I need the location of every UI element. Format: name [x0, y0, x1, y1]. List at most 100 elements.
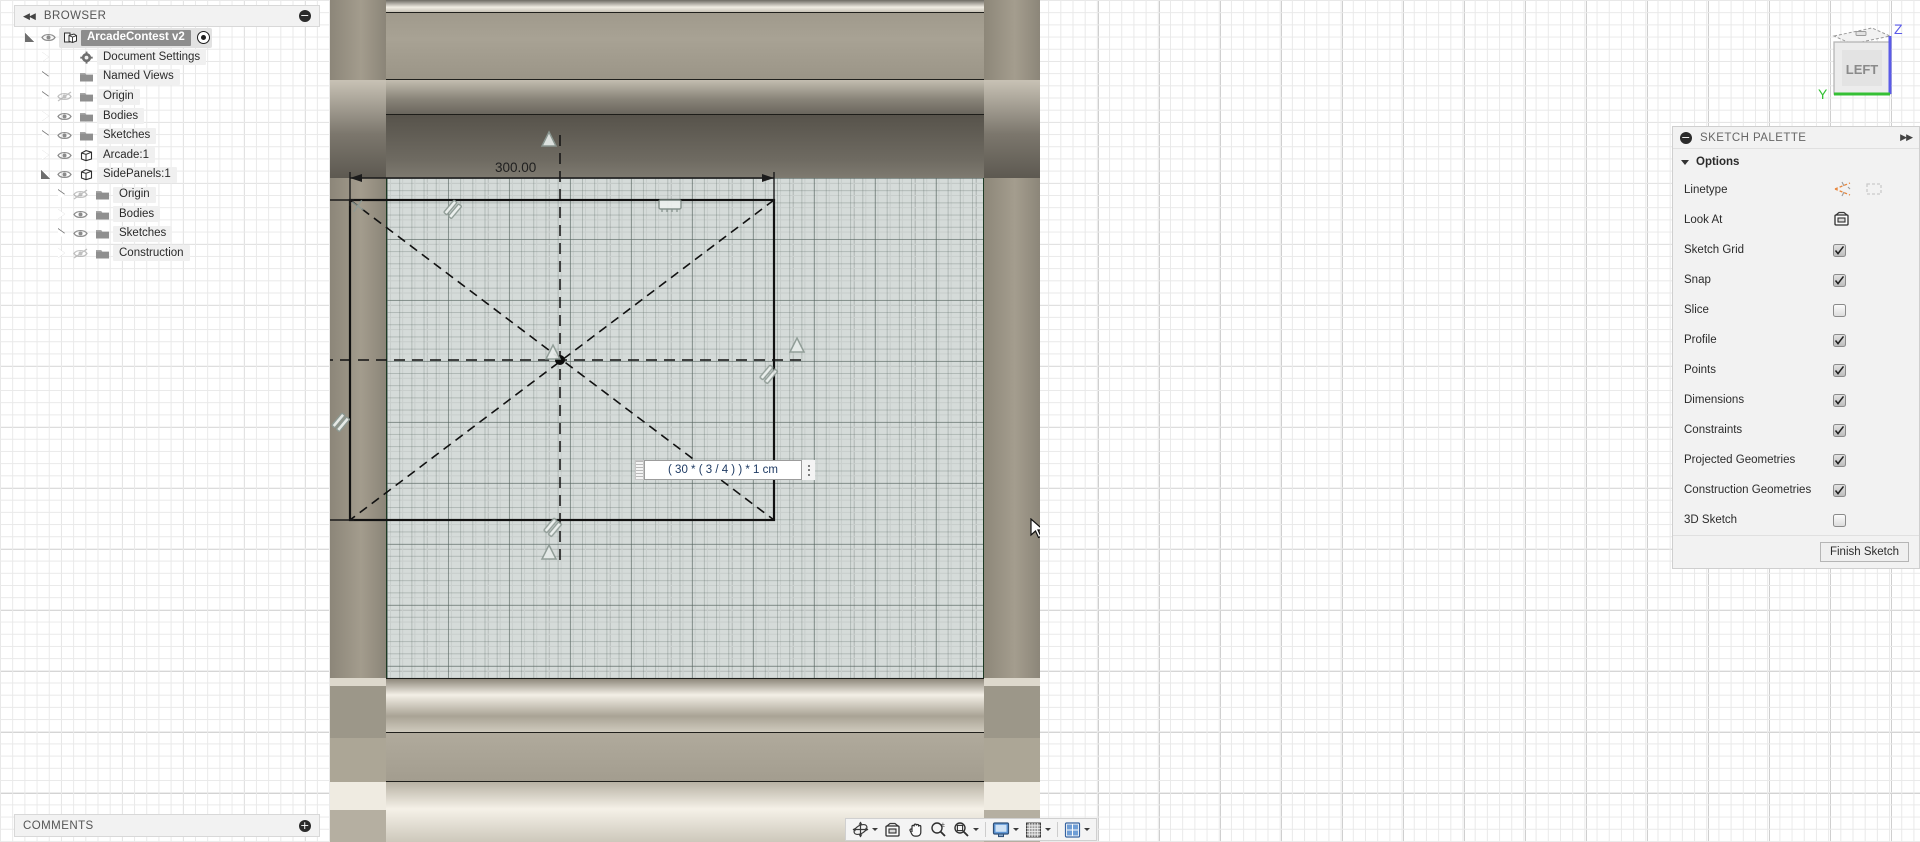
- nav-zoom-button[interactable]: ±: [927, 819, 950, 840]
- visibility-eye-icon[interactable]: [53, 126, 75, 146]
- checkbox-profile[interactable]: [1833, 333, 1846, 347]
- parallel-icon-left[interactable]: [331, 412, 350, 432]
- nav-orbit-button[interactable]: [849, 819, 881, 840]
- expander-closed-icon[interactable]: [54, 224, 69, 244]
- expander-closed-icon[interactable]: [38, 67, 53, 87]
- minus-circle-icon[interactable]: −: [1680, 131, 1692, 144]
- parallel-icon-top[interactable]: [443, 199, 462, 219]
- expander-open-icon[interactable]: [22, 28, 37, 48]
- drag-grip-icon[interactable]: [635, 460, 644, 480]
- visibility-eye-icon[interactable]: [69, 244, 91, 264]
- dimension-value-input[interactable]: ( 30 * ( 3 / 4 ) ) * 1 cm: [644, 460, 802, 480]
- visibility-eye-icon[interactable]: [53, 87, 75, 107]
- expander-closed-icon[interactable]: [38, 87, 53, 107]
- nav-grid-snaps-button[interactable]: [1022, 819, 1054, 840]
- option-row-constraints[interactable]: Constraints: [1673, 415, 1919, 445]
- coincident-icon-bottom[interactable]: [540, 543, 558, 560]
- three-dots-icon[interactable]: [802, 460, 815, 480]
- construction-line-icon[interactable]: [1833, 181, 1852, 200]
- chevron-down-icon[interactable]: [872, 828, 878, 831]
- visibility-eye-icon[interactable]: [69, 204, 91, 224]
- checkbox-points[interactable]: [1833, 363, 1846, 377]
- tree-item-bodies[interactable]: Bodies: [14, 204, 320, 224]
- option-row-3d-sketch[interactable]: 3D Sketch: [1673, 505, 1919, 535]
- visibility-eye-icon[interactable]: [69, 185, 91, 205]
- option-row-look-at[interactable]: Look At: [1673, 205, 1919, 235]
- expander-open-icon[interactable]: [38, 165, 53, 185]
- option-row-linetype[interactable]: Linetype: [1673, 175, 1919, 205]
- canvas-viewport[interactable]: 300.00 ( 30 * ( 3 / 4 ) ) * 1 cm: [330, 0, 1040, 842]
- tree-item-arcade-1[interactable]: Arcade:1: [14, 146, 320, 166]
- nav-fit-button[interactable]: [950, 819, 982, 840]
- expander-closed-icon[interactable]: [54, 185, 69, 205]
- plus-circle-icon[interactable]: +: [299, 819, 311, 832]
- expander-closed-icon[interactable]: [38, 48, 53, 68]
- browser-header[interactable]: ◀◀ BROWSER −: [14, 5, 320, 27]
- visibility-eye-icon[interactable]: [69, 224, 91, 244]
- checkbox-3d-sketch[interactable]: [1833, 513, 1846, 527]
- checkbox-snap[interactable]: [1833, 273, 1846, 287]
- visibility-eye-icon[interactable]: [53, 165, 75, 185]
- look-at-icon[interactable]: [1833, 211, 1850, 230]
- visibility-eye-icon[interactable]: [53, 146, 75, 166]
- expander-closed-icon[interactable]: [38, 146, 53, 166]
- chevron-down-icon[interactable]: [1045, 828, 1051, 831]
- tree-item-document-settings[interactable]: Document Settings: [14, 48, 320, 68]
- nav-display-settings-button[interactable]: [989, 819, 1022, 840]
- tree-item-sketches[interactable]: Sketches: [14, 224, 320, 244]
- tree-item-construction[interactable]: Construction: [14, 244, 320, 264]
- chevron-down-icon[interactable]: [1013, 828, 1019, 831]
- option-row-sketch-grid[interactable]: Sketch Grid: [1673, 235, 1919, 265]
- nav-pan-button[interactable]: [904, 819, 927, 840]
- tree-item-origin[interactable]: Origin: [14, 185, 320, 205]
- centerline-icon[interactable]: [1865, 181, 1883, 200]
- option-row-points[interactable]: Points: [1673, 355, 1919, 385]
- sketch-palette-header[interactable]: − SKETCH PALETTE ▶▶: [1673, 127, 1919, 149]
- option-row-projected-geometries[interactable]: Projected Geometries: [1673, 445, 1919, 475]
- checkbox-dimensions[interactable]: [1833, 393, 1846, 407]
- tree-item-origin[interactable]: Origin: [14, 87, 320, 107]
- activate-component-icon[interactable]: [196, 31, 210, 45]
- tree-item-named-views[interactable]: Named Views: [14, 67, 320, 87]
- comments-panel[interactable]: COMMENTS +: [14, 814, 320, 837]
- finish-sketch-button[interactable]: Finish Sketch: [1819, 542, 1909, 562]
- checkbox-construction-geometries[interactable]: [1833, 483, 1846, 497]
- expander-closed-icon[interactable]: [38, 126, 53, 146]
- coincident-icon-top[interactable]: [540, 130, 558, 147]
- options-section-header[interactable]: Options: [1673, 149, 1919, 175]
- option-label: Points: [1684, 364, 1716, 376]
- checkbox-constraints[interactable]: [1833, 423, 1846, 437]
- expander-closed-icon[interactable]: [38, 106, 53, 126]
- chevron-down-icon[interactable]: [973, 828, 979, 831]
- dimension-edit-popup[interactable]: ( 30 * ( 3 / 4 ) ) * 1 cm: [635, 459, 815, 481]
- chevron-down-icon[interactable]: [1084, 828, 1090, 831]
- tree-item-arcadecontest-v2[interactable]: ArcadeContest v2: [14, 28, 320, 48]
- browser-tree[interactable]: ArcadeContest v2 Document Settings Named V…: [14, 28, 320, 263]
- nav-look-at-button[interactable]: [881, 819, 904, 840]
- option-row-dimensions[interactable]: Dimensions: [1673, 385, 1919, 415]
- minus-circle-icon[interactable]: −: [299, 10, 311, 22]
- coincident-icon-right[interactable]: [788, 336, 806, 353]
- triangle-down-icon[interactable]: [1681, 159, 1689, 165]
- navigation-toolbar[interactable]: ±: [845, 818, 1097, 841]
- visibility-eye-icon[interactable]: [37, 28, 59, 48]
- option-row-snap[interactable]: Snap: [1673, 265, 1919, 295]
- option-row-profile[interactable]: Profile: [1673, 325, 1919, 355]
- checkbox-projected-geometries[interactable]: [1833, 453, 1846, 467]
- checkbox-sketch-grid[interactable]: [1833, 243, 1846, 257]
- visibility-eye-icon[interactable]: [53, 106, 75, 126]
- nav-viewport-layout-button[interactable]: [1061, 819, 1093, 840]
- coincident-icon-center[interactable]: [544, 343, 562, 360]
- tree-item-sketches[interactable]: Sketches: [14, 126, 320, 146]
- expander-closed-icon[interactable]: [54, 204, 69, 224]
- double-right-arrow-icon[interactable]: ▶▶: [1900, 132, 1913, 143]
- tree-item-bodies[interactable]: Bodies: [14, 106, 320, 126]
- double-left-arrow-icon[interactable]: ◀◀: [23, 11, 36, 22]
- view-cube[interactable]: LEFT Z Y: [1812, 14, 1908, 100]
- expander-closed-icon[interactable]: [54, 244, 69, 264]
- checkbox-slice[interactable]: [1833, 303, 1846, 317]
- option-row-construction-geometries[interactable]: Construction Geometries: [1673, 475, 1919, 505]
- tree-item-sidepanels-1[interactable]: SidePanels:1: [14, 165, 320, 185]
- option-row-slice[interactable]: Slice: [1673, 295, 1919, 325]
- fix-ground-icon[interactable]: [658, 199, 682, 212]
